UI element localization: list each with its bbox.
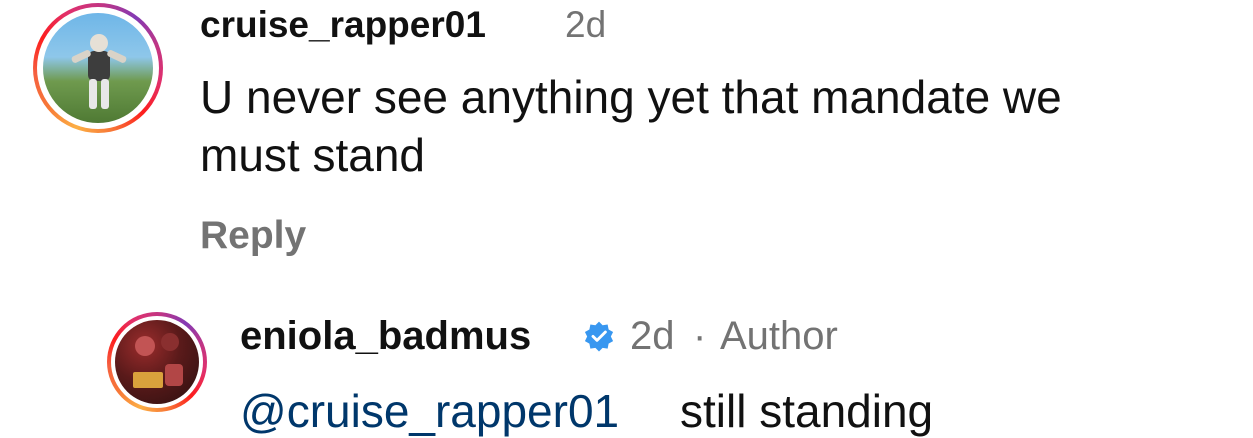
avatar[interactable] [107,312,207,412]
mention-link[interactable]: @cruise_rapper01 [240,384,619,438]
comment-username[interactable]: cruise_rapper01 [200,4,486,46]
comment-text-line-1: U never see anything yet that mandate we [200,71,1062,123]
comment-text-line-2: must stand [200,129,425,181]
person-image [133,333,183,388]
reply-text: still standing [680,385,934,437]
avatar-image [115,320,199,404]
meta-separator: · [693,314,707,358]
verified-badge-icon [584,321,614,352]
reply-username[interactable]: eniola_badmus [240,314,531,359]
reply-button[interactable]: Reply [200,214,306,258]
reply-comment-item: eniola_badmus 2d · Author @cruise_rapper… [0,300,1253,438]
reply-timestamp: 2d [630,314,675,358]
person-image [71,34,127,109]
avatar[interactable] [33,3,163,133]
author-badge: Author [720,314,838,358]
avatar-image [43,13,153,123]
comment-timestamp: 2d [565,4,607,45]
comment-item: cruise_rapper01 2d U never see anything … [0,0,1253,290]
